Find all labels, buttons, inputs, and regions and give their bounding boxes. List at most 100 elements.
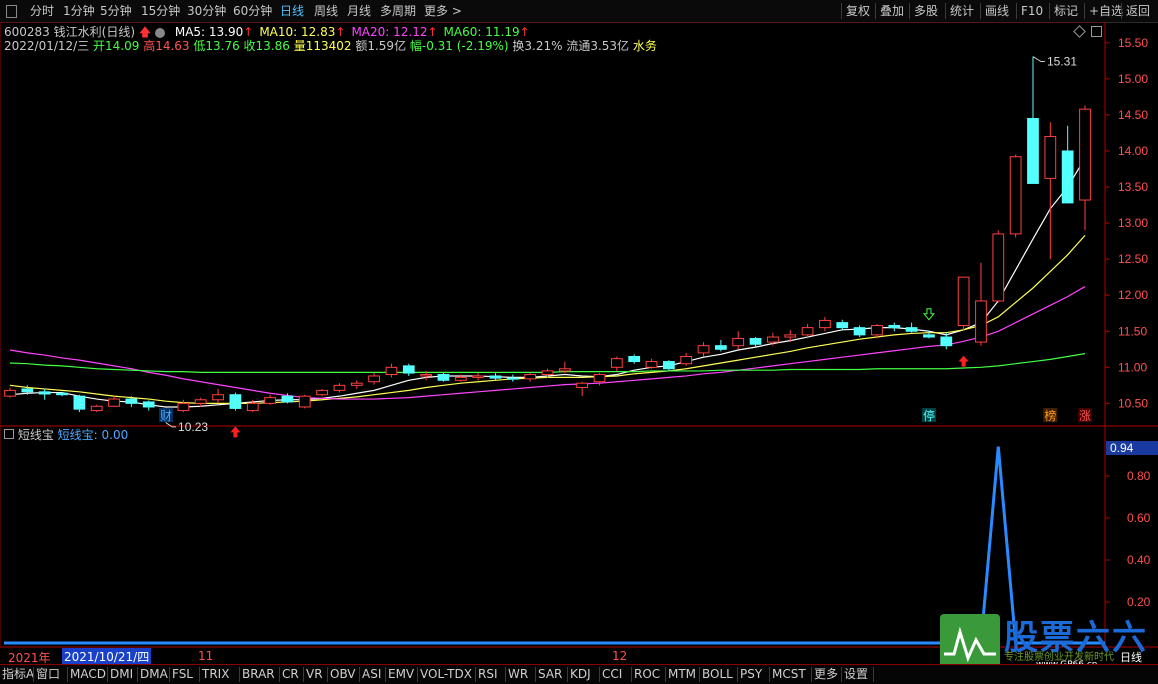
candle-body: [90, 405, 103, 412]
indicator-tab-13[interactable]: VOL-TDX: [420, 666, 472, 683]
toolbar-button-6[interactable]: 标记: [1054, 0, 1078, 22]
tab-separator: [137, 667, 138, 682]
candle-body: [1044, 136, 1057, 179]
toolbar-button-4[interactable]: 画线: [985, 0, 1009, 22]
indicator-tab-6[interactable]: TRIX: [202, 666, 229, 683]
indicator-tab-7[interactable]: BRAR: [242, 666, 275, 683]
indicator-tab-16[interactable]: SAR: [538, 666, 562, 683]
indicator-tab-8[interactable]: CR: [282, 666, 299, 683]
ma-label-1: MA10: 12.83: [259, 25, 336, 39]
indicator-tab-19[interactable]: ROC: [634, 666, 660, 683]
ind-tick-label: 0.40: [1127, 553, 1151, 567]
period-tab-3[interactable]: 15分钟: [141, 0, 180, 22]
price-tick-label: 11.00: [1118, 360, 1147, 374]
indicator-square-icon[interactable]: [4, 429, 14, 439]
ohlc-field-6: 额1.59亿: [355, 39, 410, 53]
indicator-tab-11[interactable]: ASI: [362, 666, 381, 683]
price-tick-label: 13.50: [1118, 180, 1148, 194]
candle-body: [21, 388, 34, 393]
toolbar-button-2[interactable]: 多股: [914, 0, 938, 22]
period-tab-6[interactable]: 日线: [280, 0, 304, 22]
tab-separator: [67, 667, 68, 682]
period-tab-0[interactable]: 分时: [30, 0, 54, 22]
indicator-tab-25[interactable]: 设置: [844, 666, 868, 683]
indicator-tab-21[interactable]: BOLL: [702, 666, 733, 683]
period-tab-9[interactable]: 多周期: [380, 0, 416, 22]
indicator-tab-9[interactable]: VR: [306, 666, 323, 683]
indicator-value: 短线宝: 0.00: [57, 428, 129, 442]
candle-body: [871, 324, 883, 336]
ind-tick-label: 0.60: [1127, 511, 1151, 525]
toolbar-button-5[interactable]: F10: [1021, 0, 1043, 22]
ohlc-field-5: 量113402: [293, 39, 356, 53]
ma-label-2: MA20: 12.12: [351, 25, 428, 39]
toolbar-button-1[interactable]: 叠加: [880, 0, 904, 22]
period-tab-1[interactable]: 1分钟: [63, 0, 95, 22]
indicator-tab-4[interactable]: DMA: [140, 666, 168, 683]
indicator-tab-22[interactable]: PSY: [740, 666, 762, 683]
candle-body: [125, 398, 138, 404]
tab-separator: [505, 667, 506, 682]
dropdown-circle-icon[interactable]: [155, 27, 166, 38]
tab-separator: [303, 667, 304, 682]
tab-separator: [873, 667, 874, 682]
indicator-tab-15[interactable]: WR: [508, 666, 528, 683]
toolbar-button-7[interactable]: +自选: [1089, 0, 1123, 22]
tab-separator: [169, 667, 170, 682]
low-price-label: 10.23: [178, 420, 208, 434]
candle-body: [767, 336, 779, 343]
toolbar-button-0[interactable]: 复权: [846, 0, 870, 22]
marker-ting: 停: [923, 408, 935, 423]
stock-header: 600283 钱江水利(日线) 🡅 MA5: 13.90↑ MA10: 12.83…: [4, 25, 530, 39]
period-tab-8[interactable]: 月线: [347, 0, 371, 22]
marker-bang: 榜: [1044, 408, 1056, 423]
candle-body: [316, 389, 328, 396]
candle-body: [628, 355, 641, 363]
indicator-tab-24[interactable]: 更多: [814, 666, 838, 683]
period-tab-2[interactable]: 5分钟: [100, 0, 132, 22]
indicator-tab-20[interactable]: MTM: [668, 666, 696, 683]
indicator-tab-14[interactable]: RSI: [478, 666, 498, 683]
sell-arrow-icon: [922, 308, 936, 321]
candle-body: [298, 395, 311, 408]
candle-body: [333, 384, 346, 391]
tab-separator: [199, 667, 200, 682]
kline-chart[interactable]: 15.50 15.00 14.50 14.00 13.50 13.00 12.50 12.00…: [0, 22, 1158, 648]
period-tab-4[interactable]: 30分钟: [187, 0, 226, 22]
indicator-tab-5[interactable]: FSL: [172, 666, 193, 683]
indicator-tab-17[interactable]: KDJ: [570, 666, 591, 683]
ind-tick-label: 0.20: [1127, 595, 1151, 609]
toolbar-button-3[interactable]: 统计: [950, 0, 974, 22]
tab-separator: [631, 667, 632, 682]
indicator-tab-23[interactable]: MCST: [772, 666, 806, 683]
candle-body: [732, 337, 745, 347]
indicator-tab-3[interactable]: DMI: [110, 666, 133, 683]
indicator-tab-10[interactable]: OBV: [330, 666, 356, 683]
ohlc-field-8: 换3.21%: [512, 39, 567, 53]
month-11: 11: [198, 649, 214, 663]
toolbar-button-8[interactable]: 返回: [1126, 0, 1150, 22]
candle-body: [975, 300, 987, 343]
buy-arrow-icon: [958, 355, 969, 367]
tab-separator: [699, 667, 700, 682]
candle-body: [801, 327, 814, 336]
cursor-date: 2021/10/21/四: [62, 648, 152, 665]
indicator-tab-2[interactable]: MACD: [70, 666, 106, 683]
indicator-tab-1[interactable]: 窗口: [36, 666, 60, 683]
period-tab-7[interactable]: 周线: [314, 0, 338, 22]
scroll-square-icon[interactable]: [1091, 26, 1102, 37]
indicator-tab-18[interactable]: CCI: [602, 666, 622, 683]
indicator-tab-12[interactable]: EMV: [388, 666, 414, 683]
candle-body: [229, 394, 242, 409]
period-tab-10[interactable]: 更多 >: [424, 0, 462, 22]
period-tab-5[interactable]: 60分钟: [233, 0, 272, 22]
toolbar-separator: [980, 3, 981, 19]
indicator-header: 短线宝 短线宝: 0.00: [4, 428, 128, 442]
candle-body: [420, 374, 433, 377]
candle-body: [940, 336, 953, 347]
ma-up-arrow-icon: ↑: [427, 25, 438, 39]
price-tick-label: 12.00: [1118, 288, 1148, 302]
candle-body: [73, 395, 86, 410]
menu-square-icon[interactable]: [6, 5, 17, 18]
indicator-tab-0[interactable]: 指标A: [2, 666, 34, 683]
